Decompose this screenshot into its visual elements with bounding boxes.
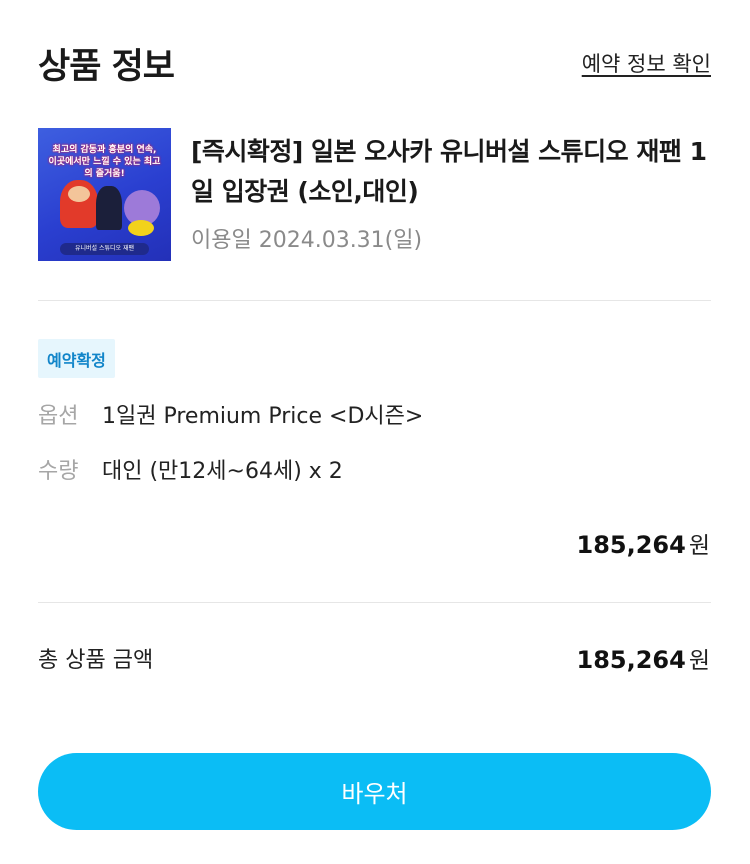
voucher-button[interactable]: 바우처 (38, 753, 711, 830)
option-label: 옵션 (38, 404, 79, 429)
thumbnail-footer-text: 유니버설 스튜디오 재팬 (74, 245, 134, 252)
use-date: 이용일 2024.03.31(일) (191, 228, 423, 253)
header: 상품 정보 예약 정보 확인 (38, 38, 711, 88)
status-badge: 예약확정 (38, 339, 115, 378)
divider (38, 602, 711, 603)
product-thumbnail[interactable]: 최고의 감동과 흥분의 연속, 이곳에서만 느낄 수 있는 최고의 즐거움! 유… (38, 128, 171, 261)
total-price: 185,264 원 (577, 641, 710, 675)
item-price-amount: 185,264 (576, 531, 686, 559)
product-name[interactable]: [즉시확정] 일본 오사카 유니버설 스튜디오 재팬 1일 입장권 (소인,대인… (191, 132, 711, 212)
total-price-unit: 원 (688, 648, 710, 674)
thumbnail-tagline: 최고의 감동과 흥분의 연속, 이곳에서만 느낄 수 있는 최고의 즐거움! (48, 145, 161, 179)
section-title: 상품 정보 (38, 46, 175, 87)
option-value: 1일권 Premium Price <D시즌> (102, 404, 424, 429)
total-price-amount: 185,264 (576, 646, 686, 674)
quantity-label: 수량 (38, 459, 79, 484)
product-info-page: 상품 정보 예약 정보 확인 최고의 감동과 흥분의 연속, 이곳에서만 느낄 … (0, 0, 750, 864)
total-label: 총 상품 금액 (38, 648, 154, 673)
item-price: 185,264 원 (577, 526, 710, 560)
product-card[interactable]: 최고의 감동과 흥분의 연속, 이곳에서만 느낄 수 있는 최고의 즐거움! 유… (38, 128, 711, 261)
character-art (60, 180, 98, 228)
reservation-info-link[interactable]: 예약 정보 확인 (582, 48, 711, 78)
item-price-unit: 원 (688, 533, 710, 559)
quantity-row: 수량 대인 (만12세~64세) x 2 (38, 453, 343, 485)
product-details: [즉시확정] 일본 오사카 유니버설 스튜디오 재팬 1일 입장권 (소인,대인… (191, 128, 711, 261)
quantity-value: 대인 (만12세~64세) x 2 (102, 459, 343, 484)
character-art (96, 186, 122, 230)
character-art (128, 220, 154, 236)
option-row: 옵션 1일권 Premium Price <D시즌> (38, 398, 423, 430)
divider (38, 300, 711, 301)
